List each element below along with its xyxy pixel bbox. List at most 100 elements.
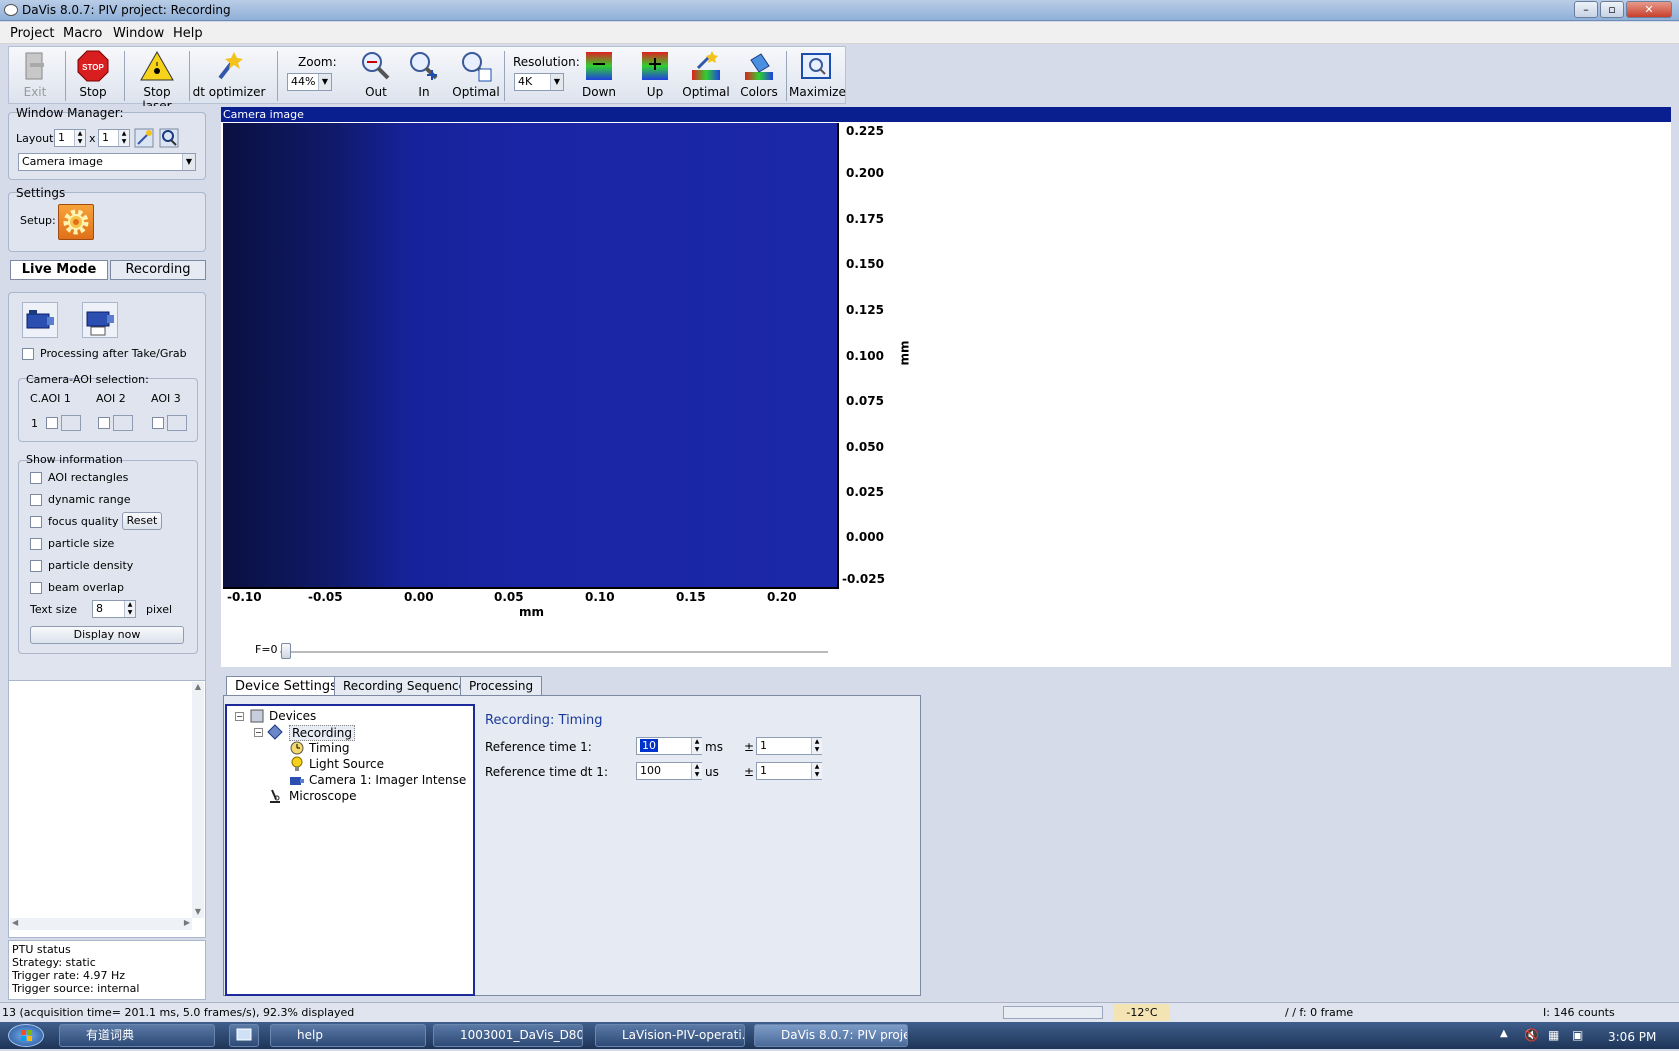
spinner-arrows-icon[interactable]: ▲ ▼ <box>811 738 822 754</box>
exit-label: Exit <box>23 85 47 99</box>
reference-time-dt-input[interactable]: 100 ▲ ▼ <box>636 762 702 780</box>
show-information-label: Show information <box>26 453 123 466</box>
tree-item-timing[interactable]: Timing <box>309 741 350 755</box>
tab-processing[interactable]: Processing <box>460 676 543 695</box>
processing-after-label: Processing after Take/Grab <box>40 347 187 360</box>
stop-button[interactable]: STOP Stop <box>71 49 115 99</box>
dt-optimizer-button[interactable]: dt optimizer <box>191 49 267 99</box>
layout-wand-icon[interactable] <box>134 128 154 148</box>
colors-button[interactable]: Colors <box>737 49 781 99</box>
collapse-toggle-icon[interactable]: − <box>254 728 263 737</box>
dynamic-range-checkbox[interactable] <box>30 494 42 506</box>
tab-recording[interactable]: Recording <box>110 260 206 280</box>
take-image-button[interactable] <box>22 302 58 338</box>
layout-rows-value: 1 <box>102 131 109 144</box>
taskbar-item-dictionary[interactable]: 有道词典 <box>59 1024 215 1047</box>
camera-aoi-group <box>18 378 198 442</box>
taskbar-item-pdf2[interactable]: LaVision-PIV-operati... <box>595 1024 745 1047</box>
menu-help[interactable]: Help <box>173 26 203 41</box>
collapse-toggle-icon[interactable]: − <box>235 712 244 721</box>
menu-macro[interactable]: Macro <box>63 26 102 41</box>
panel-title: Recording: Timing <box>485 713 603 728</box>
text-size-spinner[interactable]: 8 ▲ ▼ <box>92 600 136 618</box>
aoi3-checkbox[interactable] <box>152 417 164 429</box>
device-icon[interactable]: ▣ <box>1572 1028 1583 1042</box>
spinner-arrows-icon[interactable]: ▲ ▼ <box>124 601 135 617</box>
reference-time-input[interactable]: 10 ▲ ▼ <box>636 737 702 755</box>
close-button[interactable]: ✕ <box>1626 1 1672 18</box>
reset-button[interactable]: Reset <box>122 512 162 530</box>
processing-after-checkbox[interactable] <box>22 348 34 360</box>
spinner-arrows-icon[interactable]: ▲ ▼ <box>691 763 702 779</box>
particle-density-checkbox[interactable] <box>30 560 42 572</box>
taskbar-clock[interactable]: 3:06 PM <box>1608 1030 1656 1044</box>
minimize-button[interactable]: – <box>1574 1 1598 18</box>
horizontal-scrollbar[interactable]: ◀ ▶ <box>10 918 192 930</box>
exit-button[interactable]: Exit <box>15 49 55 99</box>
taskbar-item-help[interactable]: help <box>270 1024 426 1047</box>
display-now-button[interactable]: Display now <box>30 626 184 644</box>
spinner-arrows-icon[interactable]: ▲ ▼ <box>811 763 822 779</box>
stop-laser-button[interactable]: Stop laser <box>127 49 187 113</box>
color-up-button[interactable]: Up <box>635 49 675 99</box>
resolution-select[interactable]: 4K ▼ <box>514 73 564 91</box>
spinner-arrows-icon[interactable]: ▲ ▼ <box>118 130 129 146</box>
aoi2-edit-icon[interactable] <box>113 415 133 431</box>
color-down-button[interactable]: Down <box>579 49 619 99</box>
tree-item-microscope[interactable]: Microscope <box>289 789 357 803</box>
maximize-view-button[interactable]: Maximize <box>789 49 846 99</box>
beam-overlap-checkbox[interactable] <box>30 582 42 594</box>
tab-recording-sequence[interactable]: Recording Sequence <box>334 676 476 695</box>
network-icon[interactable]: ▦ <box>1548 1028 1559 1042</box>
frame-slider-track[interactable] <box>280 651 828 653</box>
aoi1-checkbox[interactable] <box>46 417 58 429</box>
plus-minus-label: ± <box>744 740 755 754</box>
menu-window[interactable]: Window <box>113 26 164 41</box>
zoom-in-button[interactable]: In <box>403 49 445 99</box>
aoi1-edit-icon[interactable] <box>61 415 81 431</box>
color-wand-icon <box>689 49 723 83</box>
volume-muted-icon[interactable]: 🔇 <box>1524 1028 1539 1042</box>
reference-time-dt-tolerance[interactable]: 1 ▲ ▼ <box>756 762 822 780</box>
window-select[interactable]: Camera image ▼ <box>18 153 196 171</box>
zoom-optimal-button[interactable]: Optimal <box>451 49 501 99</box>
taskbar-show-desktop[interactable] <box>229 1024 259 1047</box>
start-button[interactable] <box>8 1024 44 1047</box>
color-optimal-button[interactable]: Optimal <box>681 49 731 99</box>
zoom-select[interactable]: 44% ▼ <box>287 73 332 91</box>
chevron-down-icon: ▼ <box>550 74 563 90</box>
tab-live-mode[interactable]: Live Mode <box>10 260 108 280</box>
ptu-status-title: PTU status <box>12 943 71 956</box>
x-tick-label: -0.10 <box>227 590 262 604</box>
tree-item-light-source[interactable]: Light Source <box>309 757 384 771</box>
tree-item-camera[interactable]: Camera 1: Imager Intense <box>309 773 466 787</box>
frame-slider-handle[interactable] <box>281 643 291 659</box>
particle-size-checkbox[interactable] <box>30 538 42 550</box>
zoom-out-label: Out <box>365 85 387 99</box>
maximize-window-button[interactable]: ▫ <box>1600 1 1624 18</box>
y-tick-label: 0.025 <box>846 485 884 499</box>
layout-rows-spinner[interactable]: 1 ▲ ▼ <box>98 129 130 147</box>
setup-gear-button[interactable] <box>58 204 94 240</box>
tray-arrow-icon[interactable]: ▲ <box>1500 1028 1508 1039</box>
spinner-arrows-icon[interactable]: ▲ ▼ <box>74 130 85 146</box>
tree-item-recording[interactable]: Recording <box>289 725 356 741</box>
tree-item-devices[interactable]: Devices <box>269 709 316 723</box>
aoi3-edit-icon[interactable] <box>167 415 187 431</box>
tab-device-settings[interactable]: Device Settings <box>226 676 346 695</box>
spinner-arrows-icon[interactable]: ▲ ▼ <box>691 738 702 754</box>
zoom-out-button[interactable]: Out <box>355 49 397 99</box>
grab-image-button[interactable] <box>82 302 118 338</box>
camera-image[interactable] <box>223 123 837 587</box>
layout-zoom-icon[interactable] <box>159 128 179 148</box>
aoi-rectangles-checkbox[interactable] <box>30 472 42 484</box>
x-tick-label: 0.10 <box>585 590 615 604</box>
reference-time-tolerance[interactable]: 1 ▲ ▼ <box>756 737 822 755</box>
taskbar-item-pdf1[interactable]: 1003001_DaVis_D80.p... <box>433 1024 583 1047</box>
taskbar-item-davis[interactable]: DaVis 8.0.7: PIV proje... <box>754 1024 908 1047</box>
menu-project[interactable]: Project <box>10 26 54 41</box>
aoi2-checkbox[interactable] <box>98 417 110 429</box>
focus-quality-checkbox[interactable] <box>30 516 42 528</box>
vertical-scrollbar[interactable]: ▲ ▼ <box>192 682 204 918</box>
layout-columns-spinner[interactable]: 1 ▲ ▼ <box>54 129 86 147</box>
